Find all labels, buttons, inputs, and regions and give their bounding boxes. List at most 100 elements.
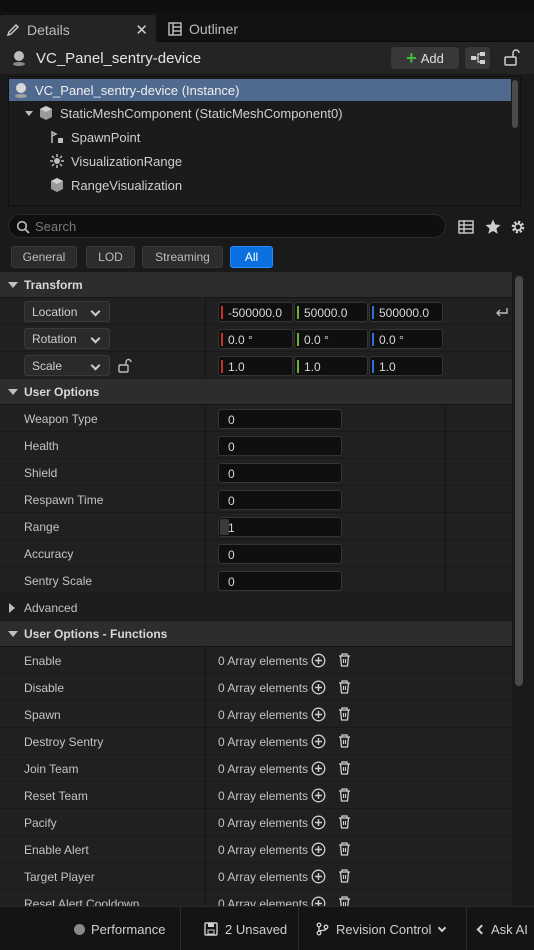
trash-icon[interactable] [337, 895, 352, 906]
tab-details[interactable]: Details ✕ [0, 15, 156, 42]
tree-item-partial [9, 198, 511, 205]
column-divider [205, 567, 206, 594]
search-input[interactable] [35, 217, 435, 235]
chevron-down-icon [90, 333, 101, 344]
tree-item-static-mesh[interactable]: StaticMeshComponent (StaticMeshComponent… [9, 102, 511, 124]
trash-icon[interactable] [337, 868, 352, 884]
accuracy-value: 0 [228, 548, 235, 562]
location-x-field[interactable]: -500000.0 [218, 302, 293, 322]
rotation-dropdown[interactable]: Rotation [24, 328, 110, 349]
health-field[interactable]: 0 [218, 436, 342, 456]
rotation-x-field[interactable]: 0.0 ° [218, 329, 293, 349]
unlock-icon[interactable] [500, 47, 522, 69]
add-component-button[interactable]: + Add [391, 47, 459, 69]
range-slider-field[interactable]: 1 [218, 517, 342, 537]
tree-scrollbar[interactable] [512, 80, 518, 128]
rotation-z-field[interactable]: 0.0 ° [369, 329, 443, 349]
trash-icon[interactable] [337, 679, 352, 695]
scale-x-field[interactable]: 1.0 [218, 356, 293, 376]
gear-icon[interactable] [509, 218, 527, 236]
sentry-scale-field[interactable]: 0 [218, 571, 342, 591]
trash-icon[interactable] [337, 733, 352, 749]
array-count: 0 Array elements [218, 843, 309, 857]
axis-y-marker [297, 306, 299, 319]
filter-streaming[interactable]: Streaming [142, 246, 223, 268]
shield-field[interactable]: 0 [218, 463, 342, 483]
trash-icon[interactable] [337, 706, 352, 722]
column-divider [205, 701, 206, 728]
trash-icon[interactable] [337, 841, 352, 857]
caret-down-icon [25, 110, 33, 116]
location-y-field[interactable]: 50000.0 [294, 302, 368, 322]
category-transform[interactable]: Transform [0, 272, 512, 298]
weapon-type-field[interactable]: 0 [218, 409, 342, 429]
add-element-icon[interactable] [311, 788, 326, 803]
filter-general[interactable]: General [11, 246, 77, 268]
column-divider [445, 459, 446, 486]
trash-icon[interactable] [337, 652, 352, 668]
add-element-icon[interactable] [311, 680, 326, 695]
trash-icon[interactable] [337, 814, 352, 830]
revision-control-button[interactable]: Revision Control [315, 917, 447, 941]
search-box[interactable] [8, 214, 446, 238]
scale-z-field[interactable]: 1.0 [369, 356, 443, 376]
add-element-icon[interactable] [311, 707, 326, 722]
trash-icon[interactable] [337, 787, 352, 803]
rotation-y-field[interactable]: 0.0 ° [294, 329, 368, 349]
array-count: 0 Array elements [218, 789, 309, 803]
tree-item-spawn-point[interactable]: SpawnPoint [9, 126, 511, 148]
column-divider [445, 513, 446, 540]
property-row-shield: Shield 0 [0, 459, 512, 486]
tree-item-label: VisualizationRange [71, 153, 183, 169]
ask-ai-button[interactable]: Ask AI [476, 917, 528, 941]
performance-label: Performance [91, 921, 166, 937]
category-user-options-functions[interactable]: User Options - Functions [0, 621, 512, 647]
column-divider [205, 486, 206, 513]
accuracy-field[interactable]: 0 [218, 544, 342, 564]
function-row: Enable 0 Array elements [0, 647, 512, 674]
component-tree: VC_Panel_sentry-device (Instance) Static… [8, 76, 521, 206]
reset-to-default-icon[interactable] [494, 304, 510, 318]
scale-lock-icon[interactable] [118, 358, 132, 373]
table-view-icon[interactable] [457, 218, 475, 236]
filter-bar: General LOD Streaming All [0, 242, 534, 272]
property-row-accuracy: Accuracy 0 [0, 540, 512, 567]
filter-all[interactable]: All [230, 246, 273, 268]
column-divider [445, 540, 446, 567]
unsaved-button[interactable]: 2 Unsaved [204, 917, 287, 941]
advanced-row[interactable]: Advanced [0, 594, 512, 621]
tree-item-visualization-range[interactable]: VisualizationRange [9, 150, 511, 172]
respawn-time-field[interactable]: 0 [218, 490, 342, 510]
tree-item-label: RangeVisualization [71, 177, 183, 193]
details-scrollbar[interactable] [515, 276, 523, 686]
scale-y-field[interactable]: 1.0 [294, 356, 368, 376]
add-element-icon[interactable] [311, 653, 326, 668]
weapon-type-value: 0 [228, 413, 235, 427]
add-element-icon[interactable] [311, 842, 326, 857]
add-element-icon[interactable] [311, 761, 326, 776]
performance-button[interactable]: Performance [74, 917, 165, 941]
save-icon [204, 922, 218, 936]
close-icon[interactable]: ✕ [135, 21, 148, 39]
blueprint-button[interactable] [465, 47, 490, 69]
location-dropdown[interactable]: Location [24, 301, 110, 322]
tree-item-range-visualization[interactable]: RangeVisualization [9, 174, 511, 196]
location-z-field[interactable]: 500000.0 [369, 302, 443, 322]
tree-item-instance[interactable]: VC_Panel_sentry-device (Instance) [9, 79, 511, 101]
trash-icon[interactable] [337, 760, 352, 776]
add-element-icon[interactable] [311, 896, 326, 906]
tab-outliner[interactable]: Outliner [162, 15, 302, 42]
category-user-options[interactable]: User Options [0, 379, 512, 405]
filter-lod[interactable]: LOD [86, 246, 135, 268]
add-element-icon[interactable] [311, 869, 326, 884]
status-divider [298, 907, 299, 950]
star-icon[interactable] [484, 218, 502, 236]
category-title: Transform [24, 277, 83, 292]
array-count: 0 Array elements [218, 816, 309, 830]
scale-dropdown[interactable]: Scale [24, 355, 110, 376]
respawn-time-value: 0 [228, 494, 235, 508]
add-element-icon[interactable] [311, 734, 326, 749]
search-icon [16, 220, 30, 234]
function-row: Reset Team 0 Array elements [0, 782, 512, 809]
add-element-icon[interactable] [311, 815, 326, 830]
